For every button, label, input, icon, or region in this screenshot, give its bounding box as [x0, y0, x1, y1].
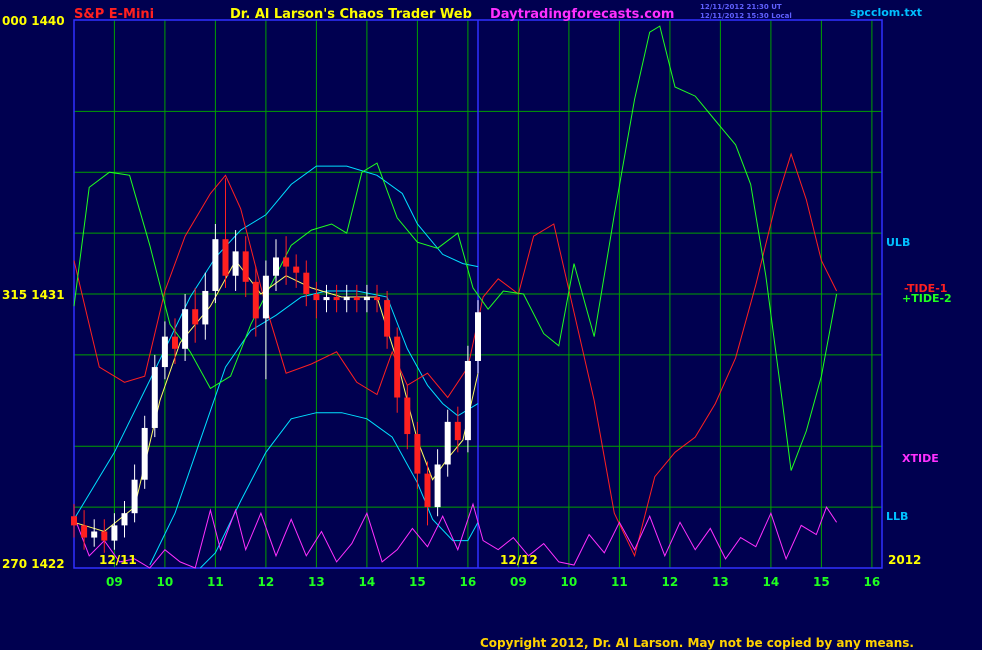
chart-svg: S&P E-Mini Dr. Al Larson's Chaos Trader … — [0, 0, 982, 650]
price-bar-body-0 — [71, 516, 77, 526]
price-bar-body-20 — [273, 257, 279, 276]
price-bar-body-13 — [202, 290, 209, 325]
price-bar-body-15 — [222, 239, 229, 276]
price-bar-body-34 — [414, 434, 421, 474]
x-tick-d1-16: 16 — [460, 575, 477, 589]
price-bar-body-39 — [464, 360, 471, 441]
copyright: Copyright 2012, Dr. Al Larson. May not b… — [480, 636, 914, 650]
price-bar-body-30 — [374, 297, 380, 301]
price-bar-body-40 — [475, 312, 481, 361]
chart-title: Dr. Al Larson's Chaos Trader Web — [230, 7, 472, 22]
price-bar-body-11 — [182, 309, 189, 349]
price-bar-body-22 — [293, 266, 300, 273]
price-bar-body-32 — [394, 336, 401, 398]
legend-xtide: XTIDE — [902, 452, 939, 465]
x-tick-d2-11: 11 — [611, 575, 628, 589]
y-tick-label-1: 315 1431 — [2, 288, 65, 302]
site-label: Daytradingforecasts.com — [490, 7, 674, 22]
symbol-label: S&P E-Mini — [74, 7, 154, 22]
price-bar-body-17 — [242, 251, 249, 282]
price-bar-body-3 — [101, 531, 108, 541]
x-tick-d1-14: 14 — [359, 575, 376, 589]
timestamp-local: 12/11/2012 15:30 Local — [700, 12, 792, 20]
price-bar-body-5 — [121, 513, 128, 526]
x-tick-d2-12: 12 — [662, 575, 679, 589]
legend-ulb: ULB — [886, 236, 910, 249]
x-tick-d1-10: 10 — [157, 575, 174, 589]
price-bar-body-2 — [91, 531, 98, 538]
x-tick-d2-15: 15 — [813, 575, 830, 589]
price-bar-body-8 — [151, 367, 158, 428]
year-label: 2012 — [888, 553, 921, 567]
price-bar-body-6 — [131, 479, 138, 514]
price-bar-body-4 — [111, 525, 118, 541]
legend-llb: LLB — [886, 510, 908, 523]
price-bar-body-28 — [353, 297, 360, 301]
price-bar-body-29 — [363, 297, 370, 301]
price-bar-body-35 — [424, 473, 431, 508]
y-tick-label-2: 270 1422 — [2, 557, 65, 571]
y-tick-label-0: 000 1440 — [2, 14, 65, 28]
x-tick-d1-13: 13 — [308, 575, 325, 589]
x-tick-d2-09: 09 — [510, 575, 527, 589]
price-bar-body-24 — [313, 294, 320, 301]
price-bar-body-12 — [192, 309, 199, 325]
price-bar-body-33 — [404, 397, 411, 435]
price-bar-body-27 — [343, 297, 350, 301]
x-tick-d2-13: 13 — [712, 575, 729, 589]
price-bar-body-23 — [303, 272, 310, 294]
price-bar-body-16 — [232, 251, 239, 276]
price-bar-body-7 — [141, 427, 148, 480]
price-bar-body-18 — [252, 281, 259, 319]
legend-tide2: +TIDE-2 — [902, 292, 952, 305]
x-tick-d1-09: 09 — [106, 575, 123, 589]
price-bar-body-25 — [323, 297, 330, 301]
price-bar-body-21 — [283, 257, 290, 267]
timestamp-utc: 12/11/2012 21:30 UT — [700, 3, 782, 11]
price-bar-body-26 — [333, 297, 340, 301]
x-tick-d1-15: 15 — [409, 575, 426, 589]
price-bar-body-10 — [172, 336, 178, 349]
day2-date-label: 12/12 — [500, 553, 538, 567]
price-bar-body-1 — [81, 525, 88, 538]
x-tick-d2-16: 16 — [864, 575, 881, 589]
background — [0, 0, 982, 650]
x-tick-d2-14: 14 — [763, 575, 780, 589]
price-bar-body-9 — [161, 336, 168, 368]
day1-date-label: 12/11 — [99, 553, 137, 567]
price-bar-body-36 — [434, 464, 441, 508]
file-name: spcclom.txt — [850, 6, 922, 19]
x-tick-d1-11: 11 — [207, 575, 224, 589]
price-bar-body-37 — [444, 421, 451, 465]
chart-root: S&P E-Mini Dr. Al Larson's Chaos Trader … — [0, 0, 982, 650]
price-bar-body-31 — [384, 300, 391, 337]
x-tick-d2-10: 10 — [561, 575, 578, 589]
price-bar-body-19 — [262, 275, 269, 319]
price-bar-body-14 — [212, 239, 219, 291]
price-bar-body-38 — [454, 421, 461, 441]
x-tick-d1-12: 12 — [258, 575, 275, 589]
